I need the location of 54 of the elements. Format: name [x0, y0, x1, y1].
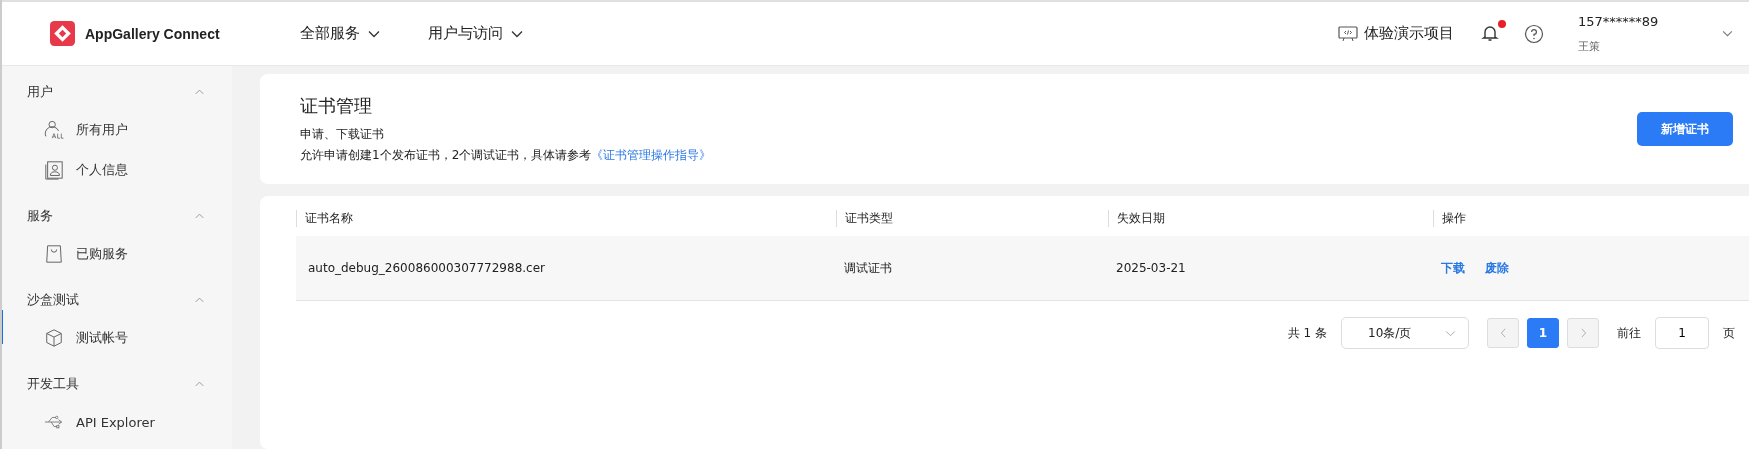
shopping-bag-icon: [44, 244, 64, 264]
nav-menu[interactable]: 全部服务: [296, 24, 384, 43]
add-certificate-button[interactable]: 新增证书: [1637, 112, 1733, 146]
chevron-down-icon: [511, 29, 523, 38]
chevron-up-icon[interactable]: [195, 89, 204, 95]
sidebar-item[interactable]: 测试帐号: [76, 329, 128, 347]
total-count: 共 1 条: [1287, 324, 1327, 342]
sidebar-item[interactable]: API Explorer: [76, 414, 155, 430]
chevron-up-icon[interactable]: [195, 213, 204, 219]
sidebar-item[interactable]: 所有用户: [76, 121, 128, 139]
table-cell-text: 调试证书: [843, 259, 893, 277]
goto-page-field[interactable]: 1: [1655, 317, 1709, 349]
chevron-left-icon: [1499, 328, 1507, 338]
page-suffix: 页: [1723, 324, 1735, 342]
sidebar-item[interactable]: 已购服务: [76, 245, 128, 263]
logo-icon: [50, 21, 75, 46]
goto-label: 前往: [1617, 324, 1641, 342]
previous-page-button[interactable]: [1487, 318, 1519, 348]
table-cell-text: auto_debug_260086000307772988.cer: [307, 261, 546, 275]
column-header: 证书类型: [836, 209, 1108, 227]
user-account: 157******89: [1578, 13, 1660, 29]
page-subtitle: 申请、下载证书: [300, 126, 385, 143]
chevron-up-icon[interactable]: [195, 297, 204, 303]
demo-project-button[interactable]: 体验演示项目: [1332, 23, 1460, 44]
sidebar-group-title: 沙盒测试: [27, 291, 79, 309]
next-page-button[interactable]: [1567, 318, 1599, 348]
user-icon: [44, 120, 64, 140]
sidebar-group-title: 开发工具: [27, 375, 79, 393]
sidebar-group-title: 服务: [27, 207, 53, 225]
page-number-button[interactable]: 1: [1527, 318, 1559, 348]
action-link[interactable]: 下载: [1441, 259, 1465, 277]
guide-link[interactable]: 《证书管理操作指导》: [591, 147, 712, 164]
chevron-up-icon[interactable]: [195, 381, 204, 387]
column-header: 操作: [1433, 209, 1749, 227]
chevron-down-icon[interactable]: [1722, 30, 1733, 37]
chevron-down-icon: [368, 29, 380, 38]
table-cell-text: 2025-03-21: [1115, 261, 1187, 275]
page-title: 证书管理: [300, 94, 373, 118]
action-link[interactable]: 废除: [1485, 259, 1509, 277]
user-name: 王策: [1578, 38, 1601, 54]
sidebar-item[interactable]: 个人信息: [76, 161, 128, 179]
column-header: 失效日期: [1108, 209, 1433, 227]
profile-card-icon: [44, 160, 64, 180]
brand-name: AppGallery Connect: [85, 25, 220, 42]
chevron-right-icon: [1579, 328, 1587, 338]
monitor-code-icon: [1338, 25, 1358, 42]
help-icon[interactable]: [1524, 23, 1544, 44]
page-note: 允许申请创建1个发布证书，2个调试证书，具体请参考: [300, 147, 592, 164]
sidebar-group-title: 用户: [27, 83, 53, 101]
nav-menu[interactable]: 用户与访问: [424, 24, 527, 43]
chevron-down-icon: [1445, 329, 1456, 337]
page-size-select[interactable]: 10条/页: [1341, 317, 1469, 349]
cube-icon: [44, 328, 64, 348]
column-header: 证书名称: [296, 209, 836, 227]
